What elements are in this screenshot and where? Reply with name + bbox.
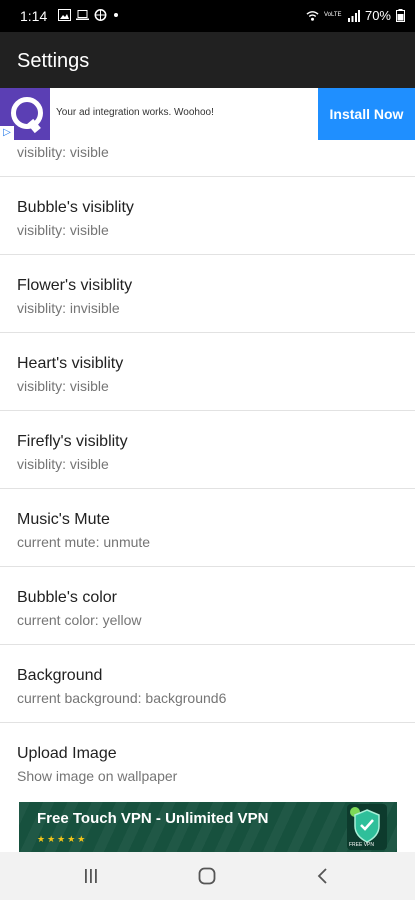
vpn-ad-title: Free Touch VPN - Unlimited VPN xyxy=(37,810,269,827)
nav-bar xyxy=(0,852,415,900)
settings-item-music-mute[interactable]: Music's Mute current mute: unmute xyxy=(0,489,415,567)
settings-item-title: Upload Image xyxy=(17,745,117,762)
globe-icon xyxy=(94,9,107,21)
back-icon xyxy=(317,868,327,884)
signal-icon xyxy=(347,9,360,22)
laptop-icon xyxy=(76,10,89,20)
settings-item-summary: visiblity: visible xyxy=(17,222,109,238)
rating-stars: ★★★★★ xyxy=(37,834,88,844)
settings-item-firefly-visibility[interactable]: Firefly's visiblity visiblity: visible xyxy=(0,411,415,489)
settings-item-bubble-visibility[interactable]: Bubble's visiblity visiblity: visible xyxy=(0,177,415,255)
notification-dot-icon xyxy=(114,13,118,17)
gallery-icon xyxy=(58,9,71,21)
back-button[interactable] xyxy=(303,860,343,892)
settings-item-summary: visiblity: invisible xyxy=(17,300,120,316)
settings-list: visiblity: visible Bubble's visiblity vi… xyxy=(0,140,415,800)
settings-item-bubble-color[interactable]: Bubble's color current color: yellow xyxy=(0,567,415,645)
wifi-icon xyxy=(306,10,319,21)
vpn-shield-label: FREE VPN xyxy=(349,842,375,848)
status-bar: 1:14 VoLTE 70% xyxy=(0,0,415,32)
settings-item-summary: visiblity: visible xyxy=(17,378,109,394)
settings-item-summary: current mute: unmute xyxy=(17,534,151,550)
settings-item-partial[interactable]: visiblity: visible xyxy=(0,140,415,177)
page-title: Settings xyxy=(17,50,90,72)
settings-item-summary: visiblity: visible xyxy=(17,144,109,160)
settings-item-summary: current background: background6 xyxy=(17,690,227,706)
volte-label: VoLTE xyxy=(323,12,342,18)
app-bar: Settings xyxy=(0,32,415,88)
settings-item-background[interactable]: Background current background: backgroun… xyxy=(0,645,415,723)
recents-icon xyxy=(85,869,97,883)
settings-item-title: Firefly's visiblity xyxy=(17,433,128,450)
settings-item-summary: current color: yellow xyxy=(17,612,142,628)
home-button[interactable] xyxy=(187,860,227,892)
settings-item-upload-image[interactable]: Upload Image Show image on wallpaper xyxy=(0,723,415,800)
settings-item-title: Bubble's color xyxy=(17,589,117,606)
recents-button[interactable] xyxy=(71,860,111,892)
vpn-ad-banner[interactable]: Free Touch VPN - Unlimited VPN ★★★★★ FRE… xyxy=(19,802,397,852)
settings-item-title: Flower's visiblity xyxy=(17,277,133,294)
settings-item-heart-visibility[interactable]: Heart's visiblity visiblity: visible xyxy=(0,333,415,411)
ad-text: Your ad integration works. Woohoo! xyxy=(56,107,214,118)
settings-item-summary: Show image on wallpaper xyxy=(17,768,178,784)
battery-icon xyxy=(396,9,405,22)
settings-item-flower-visibility[interactable]: Flower's visiblity visiblity: invisible xyxy=(0,255,415,333)
status-time: 1:14 xyxy=(20,8,48,24)
settings-item-summary: visiblity: visible xyxy=(17,456,109,472)
battery-percent: 70% xyxy=(364,8,391,23)
settings-item-title: Music's Mute xyxy=(17,511,110,528)
ad-choices-icon[interactable]: ▷ xyxy=(0,126,14,140)
settings-item-title: Bubble's visiblity xyxy=(17,199,134,216)
settings-item-title: Background xyxy=(17,667,103,684)
settings-item-title: Heart's visiblity xyxy=(17,355,124,372)
install-now-button[interactable]: Install Now xyxy=(318,88,415,140)
home-icon xyxy=(198,867,216,885)
ad-banner[interactable]: ▷ Your ad integration works. Woohoo! Ins… xyxy=(0,88,415,140)
